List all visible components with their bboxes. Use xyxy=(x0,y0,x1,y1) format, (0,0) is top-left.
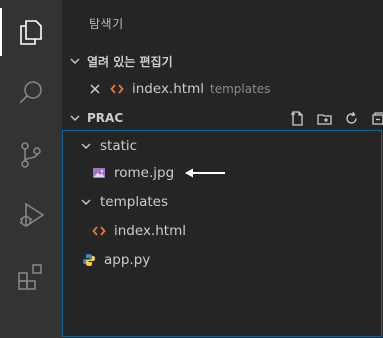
file-label: index.html xyxy=(114,223,186,239)
activity-bar xyxy=(0,0,62,338)
tree-file-app[interactable]: app.py xyxy=(62,249,383,271)
new-folder-icon[interactable] xyxy=(316,110,333,127)
open-editors-header[interactable]: 열려 있는 편집기 xyxy=(62,50,383,72)
extensions-icon[interactable] xyxy=(16,262,46,292)
tree-folder-templates[interactable]: templates xyxy=(62,191,383,213)
active-indicator xyxy=(0,8,2,56)
folder-label: templates xyxy=(100,194,168,210)
left-arrow-icon xyxy=(184,167,226,179)
chevron-down-icon xyxy=(67,110,83,126)
file-label: rome.jpg xyxy=(114,165,175,181)
explorer-sidebar: 탐색기 열려 있는 편집기 index.html templates PRAC xyxy=(62,0,383,338)
refresh-icon[interactable] xyxy=(343,110,360,127)
folder-label: static xyxy=(100,138,138,154)
html-icon xyxy=(92,224,106,238)
sidebar-title: 탐색기 xyxy=(89,17,124,31)
file-label: app.py xyxy=(104,252,151,268)
project-label: PRAC xyxy=(87,111,124,125)
chevron-down-icon xyxy=(67,53,83,69)
chevron-down-icon xyxy=(78,138,94,154)
close-icon[interactable] xyxy=(88,82,102,96)
chevron-down-icon xyxy=(78,194,94,210)
project-header[interactable]: PRAC xyxy=(62,107,383,129)
search-icon[interactable] xyxy=(16,78,46,108)
source-control-icon[interactable] xyxy=(16,140,46,170)
tree-file-rome[interactable]: rome.jpg xyxy=(62,162,383,184)
collapse-all-icon[interactable] xyxy=(370,110,383,127)
run-debug-icon[interactable] xyxy=(16,200,46,230)
html-icon xyxy=(110,82,124,96)
tree-folder-static[interactable]: static xyxy=(62,135,383,157)
open-editor-filename: index.html xyxy=(132,81,204,97)
image-file-icon xyxy=(92,166,106,180)
explorer-toolbar xyxy=(289,107,383,129)
open-editors-label: 열려 있는 편집기 xyxy=(87,54,173,69)
new-file-icon[interactable] xyxy=(289,110,306,127)
tree-file-index[interactable]: index.html xyxy=(62,220,383,242)
python-icon xyxy=(82,253,96,267)
open-editor-folder: templates xyxy=(209,82,271,96)
open-editor-item[interactable]: index.html templates xyxy=(62,78,383,100)
explorer-icon[interactable] xyxy=(16,17,46,47)
